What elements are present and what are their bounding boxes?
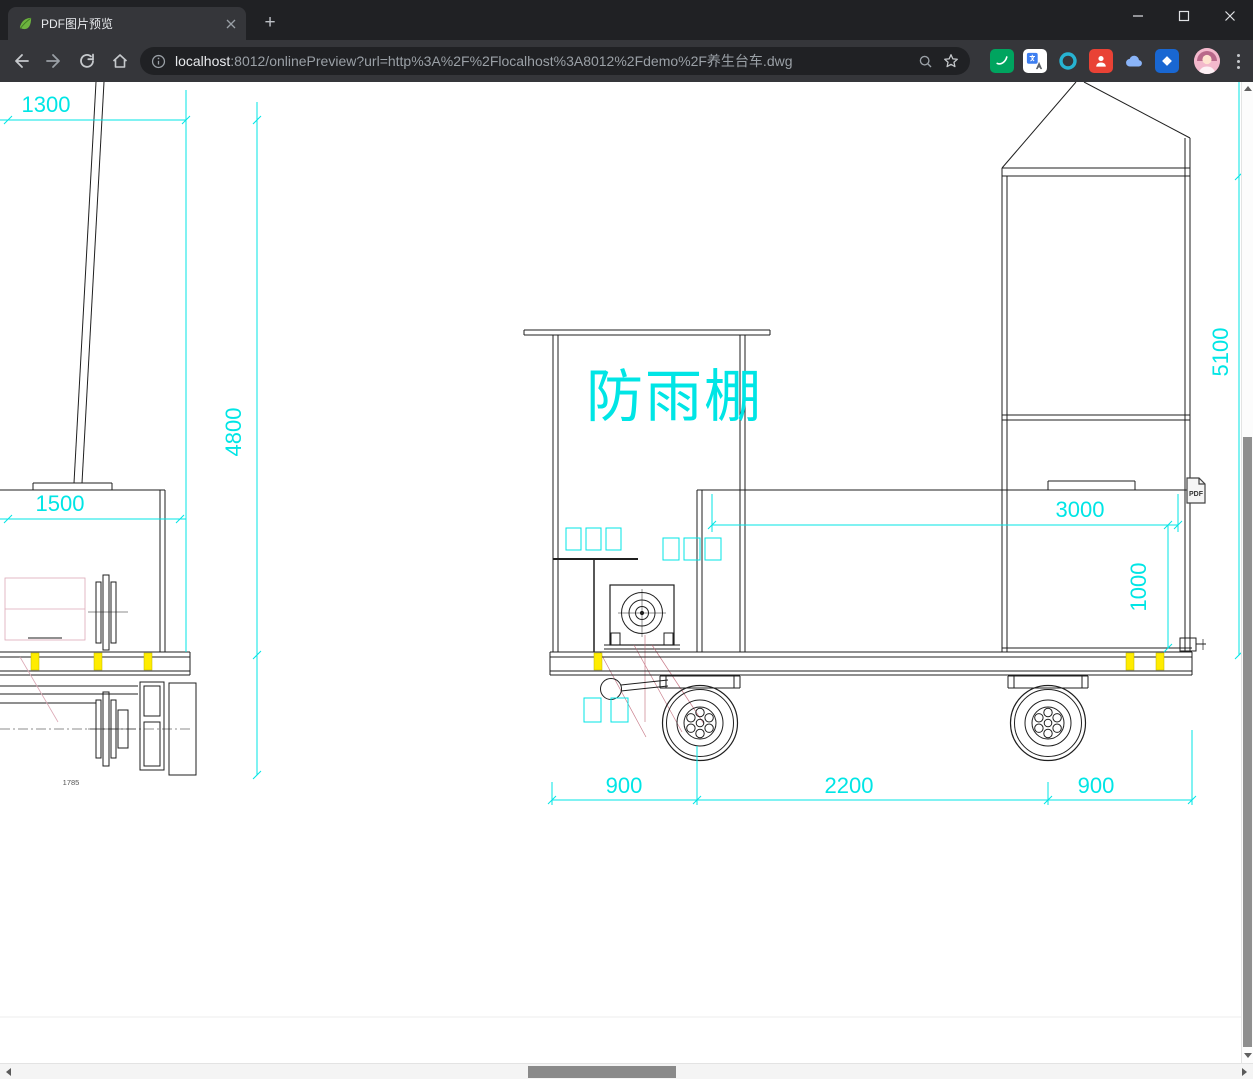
- home-icon[interactable]: [109, 50, 131, 72]
- address-bar[interactable]: localhost:8012/onlinePreview?url=http%3A…: [140, 47, 970, 75]
- motor-geometry: [604, 584, 680, 650]
- extension-icon-1[interactable]: [990, 49, 1014, 73]
- active-tab[interactable]: PDF图片预览: [8, 7, 246, 40]
- extension-icon-4[interactable]: [1155, 49, 1179, 73]
- dim-label-900-left: 900: [606, 773, 643, 798]
- translate-extension-icon[interactable]: [1023, 49, 1047, 73]
- dim-label-2200: 2200: [825, 773, 874, 798]
- scroll-up-icon[interactable]: [1242, 82, 1253, 94]
- forward-icon[interactable]: [43, 50, 65, 72]
- browser-toolbar: localhost:8012/onlinePreview?url=http%3A…: [0, 40, 1253, 82]
- highlight-marks: [30, 652, 1165, 671]
- tab-title: PDF图片预览: [41, 17, 114, 31]
- scroll-down-icon[interactable]: [1242, 1049, 1253, 1061]
- pdf-widget-icon[interactable]: PDF: [1185, 477, 1207, 504]
- nav-buttons: [10, 40, 131, 82]
- vertical-scrollbar[interactable]: [1241, 82, 1253, 1063]
- page-content: 1300 4800 1500 防雨棚 5100 3000 1000 900 22…: [0, 82, 1253, 1063]
- left-view-hidden-lines: [4, 577, 86, 723]
- cloud-extension-icon[interactable]: [1122, 49, 1146, 73]
- back-icon[interactable]: [10, 50, 32, 72]
- cad-drawing: 1300 4800 1500 防雨棚 5100 3000 1000 900 22…: [0, 82, 1241, 1018]
- tab-close-icon[interactable]: [226, 19, 236, 29]
- dim-label-1000: 1000: [1126, 563, 1151, 612]
- page-info-icon[interactable]: [150, 53, 167, 70]
- window-maximize-button[interactable]: [1161, 0, 1207, 32]
- tab-bar: PDF图片预览 +: [0, 0, 1253, 40]
- dim-label-3000: 3000: [1056, 497, 1105, 522]
- horizontal-scrollbar[interactable]: [0, 1063, 1253, 1079]
- browser-menu-icon[interactable]: [1229, 49, 1247, 73]
- dim-label-900-right: 900: [1078, 773, 1115, 798]
- extensions-area: [990, 40, 1247, 82]
- reload-icon[interactable]: [76, 50, 98, 72]
- pdf-widget-label: PDF: [1189, 491, 1204, 498]
- wheel-right-geometry: [1007, 675, 1089, 762]
- dimension-lines: [0, 82, 1241, 805]
- url-text: localhost:8012/onlinePreview?url=http%3A…: [175, 51, 909, 71]
- extension-icon-2[interactable]: [1056, 49, 1080, 73]
- url-path: :8012/onlinePreview?url=http%3A%2F%2Floc…: [230, 53, 793, 69]
- dim-label-5100: 5100: [1208, 328, 1233, 377]
- browser-window: PDF图片预览 + localhost:8012/onlinePreview?u…: [0, 0, 1253, 1079]
- shelter-label: 防雨棚: [586, 364, 763, 430]
- left-view-geometry: [0, 82, 197, 776]
- vertical-scrollbar-thumb[interactable]: [1243, 437, 1252, 1047]
- window-controls: [1115, 0, 1253, 32]
- scroll-left-icon[interactable]: [0, 1064, 17, 1079]
- extension-icon-3[interactable]: [1089, 49, 1113, 73]
- profile-avatar[interactable]: [1194, 48, 1220, 74]
- dim-label-small-note: 1785: [63, 778, 80, 787]
- dim-label-1500: 1500: [36, 491, 85, 516]
- main-deck-geometry: [549, 651, 1193, 700]
- window-close-button[interactable]: [1207, 0, 1253, 32]
- zoom-icon[interactable]: [917, 53, 934, 70]
- scroll-right-icon[interactable]: [1236, 1064, 1253, 1079]
- new-tab-button[interactable]: +: [258, 11, 282, 35]
- leaf-favicon-icon: [18, 16, 33, 31]
- horizontal-scrollbar-thumb[interactable]: [528, 1066, 676, 1078]
- url-host: localhost: [175, 53, 231, 69]
- dim-label-4800: 4800: [221, 408, 246, 457]
- dim-label-1300: 1300: [22, 92, 71, 117]
- bookmark-star-icon[interactable]: [942, 52, 960, 70]
- window-minimize-button[interactable]: [1115, 0, 1161, 32]
